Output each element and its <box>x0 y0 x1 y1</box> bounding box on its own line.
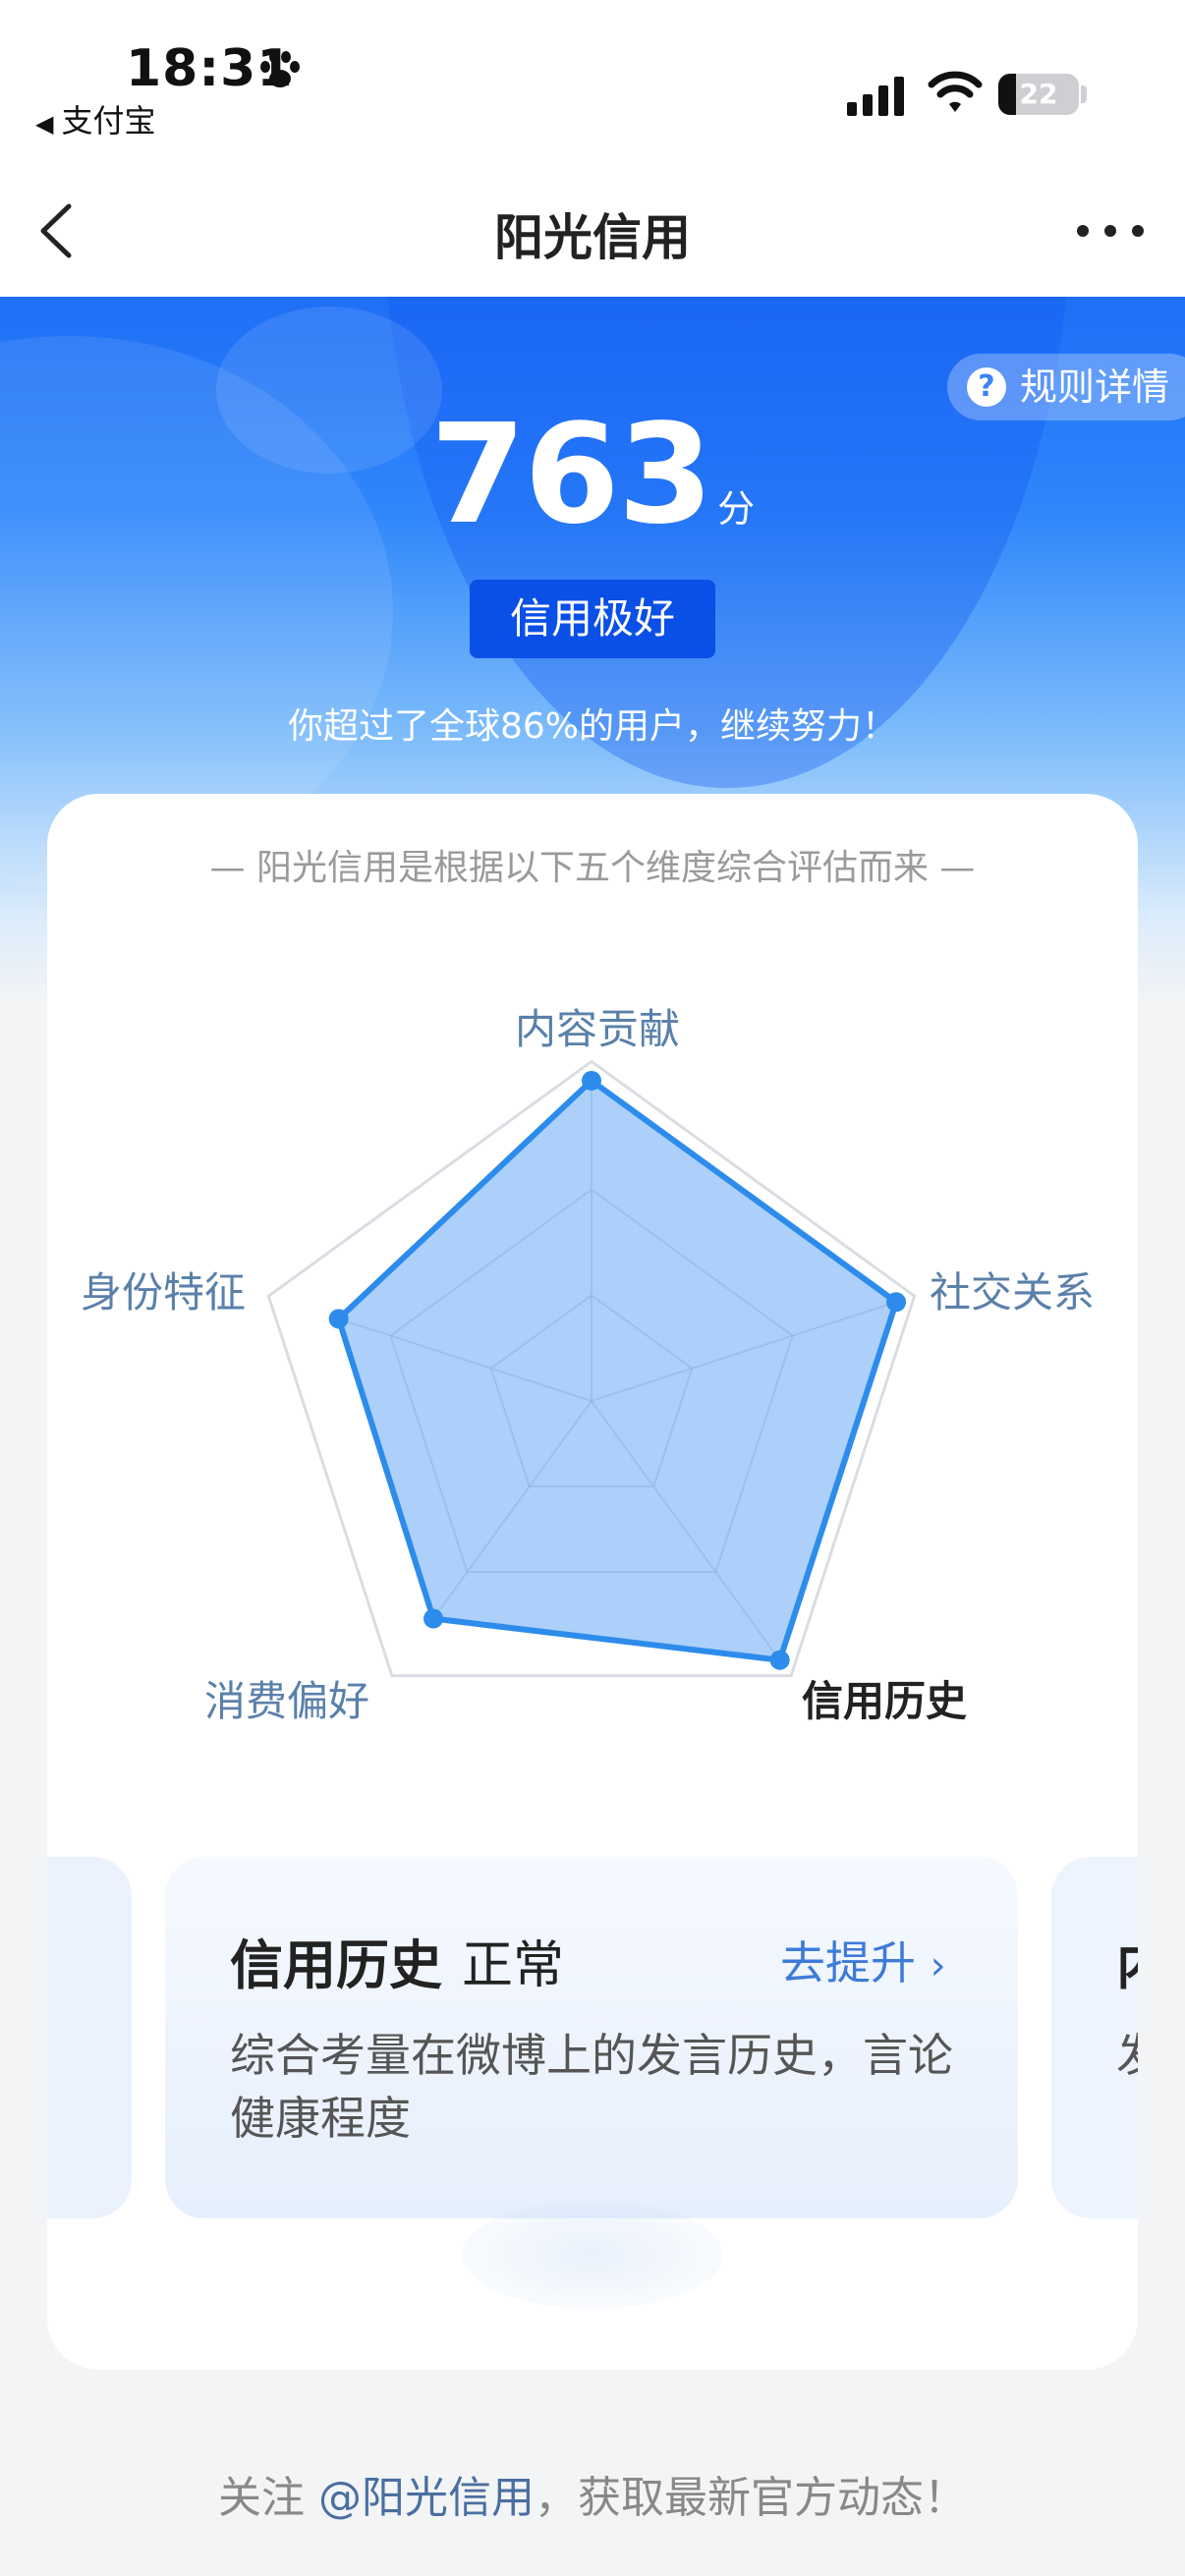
previous-dimension-card[interactable] <box>47 1857 132 2218</box>
dimension-detail-card[interactable]: 信用历史 正常 去提升 › 综合考量在微博上的发言历史，言论健康程度 <box>165 1857 1018 2218</box>
footer-follow-text: 关注 @阳光信用，获取最新官方动态！ <box>0 2462 1185 2525</box>
radar-point <box>769 1650 790 1670</box>
battery-icon: 22 <box>998 74 1079 115</box>
radar-label-identity[interactable]: 身份特征 <box>81 1260 246 1319</box>
radar-label-credit-history[interactable]: 信用历史 <box>802 1668 967 1728</box>
wifi-icon <box>928 71 983 112</box>
radar-label-consumption[interactable]: 消费偏好 <box>204 1668 369 1728</box>
radar-point <box>328 1309 349 1329</box>
back-app-label: 支付宝 <box>61 102 156 140</box>
battery-cap <box>1081 85 1087 103</box>
footer-prefix: 关注 <box>218 2473 318 2523</box>
next-dimension-card[interactable]: 内容贡献 发 <box>1051 1857 1138 2218</box>
score-number: 763 <box>429 395 713 555</box>
radar-label-content-contribution[interactable]: 内容贡献 <box>515 996 680 1056</box>
radar-point <box>423 1608 444 1629</box>
radar-value-area <box>335 1078 900 1663</box>
radar-point <box>886 1292 907 1313</box>
credit-score: 763 分 <box>0 395 1185 555</box>
back-triangle-icon: ◀ <box>35 110 54 138</box>
improve-link-label: 去提升 <box>780 1936 916 1989</box>
page-title: 阳光信用 <box>494 209 691 266</box>
chevron-right-icon: › <box>930 1943 946 1988</box>
radar-point <box>582 1071 601 1091</box>
battery-level: 22 <box>1019 78 1058 110</box>
back-to-app-link[interactable]: ◀ 支付宝 <box>35 96 155 141</box>
improve-link[interactable]: 去提升 › <box>780 1928 946 1992</box>
radar-label-social-relations[interactable]: 社交关系 <box>930 1260 1095 1319</box>
credit-level-badge: 信用极好 <box>470 580 715 658</box>
dimension-status: 正常 <box>462 1936 565 1995</box>
navigation-bar: 阳光信用 <box>0 167 1185 297</box>
ranking-text: 你超过了全球86%的用户，继续努力！ <box>287 706 898 747</box>
more-horizontal-icon[interactable] <box>1071 206 1150 255</box>
score-unit: 分 <box>717 487 756 531</box>
next-dimension-description: 发 <box>1116 2024 1138 2087</box>
dimension-description: 综合考量在微博上的发言历史，言论健康程度 <box>230 2029 953 2145</box>
status-bar: 18:31 ◀ 支付宝 22 <box>0 0 1185 167</box>
dimension-title: 信用历史 <box>230 1934 442 1996</box>
official-account-link[interactable]: @阳光信用 <box>318 2473 535 2523</box>
decorative-shadow <box>462 2201 723 2309</box>
paw-icon <box>260 51 300 87</box>
footer-suffix: ，获取最新官方动态！ <box>535 2473 967 2523</box>
next-dimension-title: 内容贡献 <box>1116 1922 1138 1999</box>
cellular-signal-icon <box>847 77 904 116</box>
